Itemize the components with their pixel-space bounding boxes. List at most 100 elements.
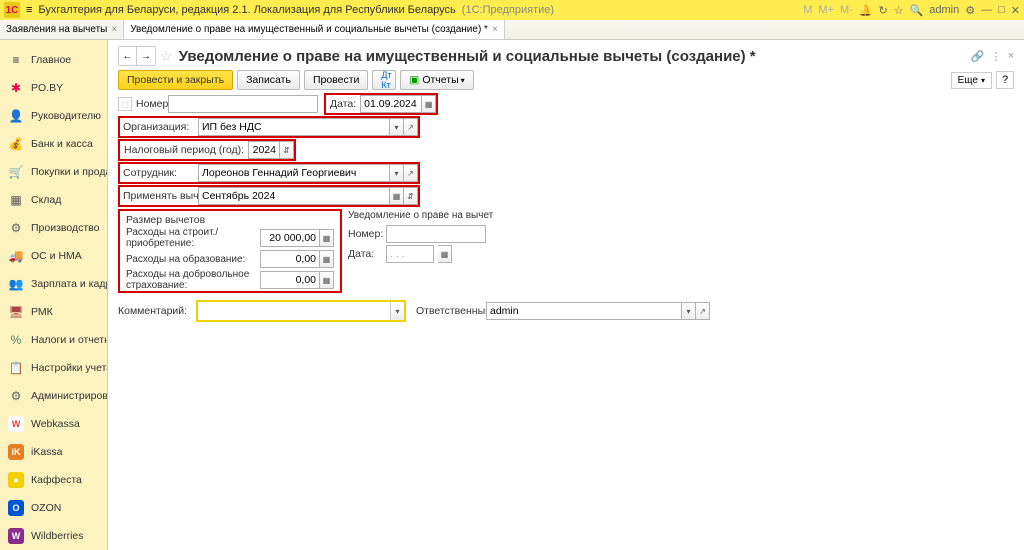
dropdown-icon[interactable]: ▾ [390,164,404,182]
sidebar-item-7[interactable]: 🚚ОС и НМА [0,242,107,270]
star-icon[interactable]: ☆ [894,4,904,17]
tab-applications[interactable]: Заявления на вычеты × [0,20,124,39]
more-menu-button[interactable]: Еще▾ [951,72,992,89]
sidebar-icon: O [8,500,24,516]
sidebar-item-label: Wildberries [31,530,84,542]
back-button[interactable]: ← [119,47,137,65]
history-icon[interactable]: ↻ [878,4,887,17]
sidebar-item-label: Настройки учета [31,362,108,374]
dropdown-icon[interactable]: ▾ [682,302,696,320]
insurance-expense-label: Расходы на добровольное страхование: [126,269,260,291]
sidebar-item-14[interactable]: iKiKassa [0,438,107,466]
sidebar-item-15[interactable]: ●Каффеста [0,466,107,494]
dt-kt-button[interactable]: ДтКт [372,70,396,90]
sidebar-item-label: iKassa [31,446,63,458]
sidebar-item-12[interactable]: ⚙Администрирование [0,382,107,410]
sidebar-item-1[interactable]: ✱PO.BY [0,74,107,102]
open-icon[interactable]: ↗ [696,302,710,320]
sidebar-item-2[interactable]: 👤Руководителю [0,102,107,130]
employee-label: Сотрудник: [120,167,198,179]
notif-number-label: Номер: [348,228,382,240]
sidebar-item-17[interactable]: WWildberries [0,522,107,550]
close-icon[interactable]: × [492,24,498,35]
calendar-icon[interactable]: ▦ [390,187,404,205]
responsible-input[interactable]: admin [486,302,682,320]
comment-input[interactable] [198,302,390,320]
calculator-icon[interactable]: ▦ [320,229,334,247]
calc-mplus-icon[interactable]: M+ [818,4,834,16]
apply-from-input[interactable]: Сентябрь 2024 [198,187,390,205]
sidebar-item-16[interactable]: OOZON [0,494,107,522]
education-expense-input[interactable]: 0,00 [260,250,320,268]
bell-icon[interactable]: 🔔 [859,4,873,17]
minimize-icon[interactable]: — [981,4,992,16]
sidebar-icon: ≡ [8,52,24,68]
dropdown-icon[interactable]: ▾ [390,302,404,320]
sidebar-item-6[interactable]: ⚙Производство [0,214,107,242]
sidebar-item-13[interactable]: WWebkassa [0,410,107,438]
sidebar-item-label: Налоги и отчетность [31,334,108,346]
calendar-icon[interactable]: ▦ [422,95,436,113]
open-icon[interactable]: ↗ [404,164,418,182]
calendar-icon[interactable]: ▦ [438,245,452,263]
calculator-icon[interactable]: ▦ [320,271,334,289]
post-button[interactable]: Провести [304,70,368,90]
deductions-group: Размер вычетов Расходы на строит./приобр… [118,209,342,293]
calc-mminus-icon[interactable]: M- [840,4,853,16]
calc-m-icon[interactable]: M [803,4,812,16]
notif-number-input[interactable] [386,225,486,243]
notif-date-input[interactable]: . . . [386,245,434,263]
sidebar-item-9[interactable]: 🖥РМК [0,298,107,326]
spinner-icon[interactable]: ⇵ [280,141,294,159]
lock-icon[interactable]: ⬚ [118,97,132,111]
maximize-icon[interactable]: □ [998,4,1005,16]
spinner-icon[interactable]: ⇵ [404,187,418,205]
organization-input[interactable]: ИП без НДС [198,118,390,136]
sidebar: ≡Главное✱PO.BY👤Руководителю💰Банк и касса… [0,40,108,550]
sidebar-item-11[interactable]: 📋Настройки учета [0,354,107,382]
date-input[interactable]: 01.09.2024 [360,95,422,113]
sidebar-icon: 🚚 [8,248,24,264]
sidebar-item-10[interactable]: %Налоги и отчетность [0,326,107,354]
sidebar-item-label: Руководителю [31,110,101,122]
date-label: Дата: [326,98,360,110]
help-button[interactable]: ? [996,71,1014,89]
post-and-close-button[interactable]: Провести и закрыть [118,70,233,90]
sidebar-item-5[interactable]: ▦Склад [0,186,107,214]
construction-expense-input[interactable]: 20 000,00 [260,229,320,247]
app-subtitle: (1С:Предприятие) [462,4,554,16]
insurance-expense-input[interactable]: 0,00 [260,271,320,289]
sidebar-item-4[interactable]: 🛒Покупки и продажи [0,158,107,186]
tab-notification[interactable]: Уведомление о праве на имущественный и с… [124,20,505,39]
employee-input[interactable]: Лореонов Геннадий Георгиевич [198,164,390,182]
sidebar-icon: ▦ [8,192,24,208]
write-button[interactable]: Записать [237,70,300,90]
close-icon[interactable]: × [111,24,117,35]
menu-icon[interactable]: ≡ [26,4,32,16]
sidebar-item-label: РМК [31,306,53,318]
user-label[interactable]: admin [929,4,959,16]
more-icon[interactable]: ⋮ [991,50,1002,63]
tab-label: Заявления на вычеты [6,24,107,35]
calculator-icon[interactable]: ▦ [320,250,334,268]
titlebar: 1C ≡ Бухгалтерия для Беларуси, редакция … [0,0,1024,20]
sidebar-item-label: Администрирование [31,390,108,402]
settings-icon[interactable]: ⚙ [965,4,975,17]
number-input[interactable] [168,95,318,113]
tax-period-input[interactable]: 2024 [248,141,280,159]
reports-button[interactable]: ▣Отчеты ▾ [400,70,473,90]
sidebar-icon: 👥 [8,276,24,292]
link-icon[interactable]: 🔗 [971,50,985,63]
sidebar-item-8[interactable]: 👥Зарплата и кадры [0,270,107,298]
close-icon[interactable]: ✕ [1011,4,1020,17]
open-icon[interactable]: ↗ [404,118,418,136]
notification-subtitle: Уведомление о праве на вычет [348,210,493,221]
close-form-icon[interactable]: × [1008,50,1014,62]
favorite-star-icon[interactable]: ☆ [160,48,173,65]
dropdown-icon[interactable]: ▾ [390,118,404,136]
sidebar-item-3[interactable]: 💰Банк и касса [0,130,107,158]
search-icon[interactable]: 🔍 [910,4,924,17]
comment-label: Комментарий: [118,305,196,317]
sidebar-item-0[interactable]: ≡Главное [0,46,107,74]
forward-button[interactable]: → [137,47,155,65]
